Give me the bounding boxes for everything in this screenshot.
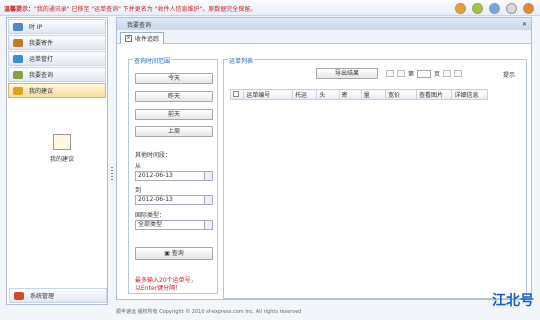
sidebar-item-label: 我要寄件 xyxy=(29,40,54,47)
export-button[interactable]: 导出结果 xyxy=(316,68,378,79)
main-content: 我要查询 ✕ × 收件追踪 查询时间范围 今天 昨天 前天 上周 其他时间段： … xyxy=(116,17,532,300)
magnifier-icon: ▣ xyxy=(164,250,172,257)
watermark-logo: 江北号 xyxy=(492,293,534,309)
sidebar: 时 IP 我要寄件 运单管打 我要查询 我的建议 我的建议 系统管理 xyxy=(6,17,108,305)
suggestion-shortcut-label: 我的建议 xyxy=(49,156,74,163)
column-header[interactable]: 寄 xyxy=(338,89,362,100)
tip-line-1: 最多输入20个运单号， xyxy=(135,277,197,284)
table-header-row: 运单编号 托运 头 寄 量 宽价 查看图片 详细信息 xyxy=(229,89,488,100)
column-header[interactable]: 头 xyxy=(316,89,340,100)
sidebar-item-label: 系统管理 xyxy=(30,293,55,300)
grip-icon xyxy=(111,167,113,181)
content-close-icon[interactable]: ✕ xyxy=(522,21,527,28)
page-input[interactable] xyxy=(417,69,432,78)
notice-prefix: 温馨提示： xyxy=(4,6,35,13)
type-select[interactable]: 全部类型 xyxy=(135,220,213,230)
sidebar-item-suggestion[interactable]: 我的建议 xyxy=(8,83,106,98)
tab-close-icon[interactable]: × xyxy=(125,35,132,42)
calendar-icon[interactable] xyxy=(204,171,213,181)
from-date-field[interactable]: 2012-06-13 xyxy=(135,171,213,181)
sidebar-splitter[interactable] xyxy=(109,17,115,305)
sidebar-item-send[interactable]: 我要寄件 xyxy=(8,35,106,50)
select-all-header[interactable] xyxy=(229,89,245,100)
tip-line-2: 以Enter键分隔！ xyxy=(135,285,182,292)
gear-icon xyxy=(14,291,24,300)
page-suffix: 页 xyxy=(434,71,441,78)
waybill-list-title: 运单列表 xyxy=(228,56,255,65)
printer-icon xyxy=(13,54,23,63)
window-refresh-button[interactable] xyxy=(472,3,483,14)
column-header[interactable]: 运单编号 xyxy=(243,89,294,100)
content-title: 我要查询 xyxy=(127,21,152,29)
note-pencil-icon xyxy=(53,134,71,150)
column-header[interactable]: 详细信息 xyxy=(451,89,488,100)
notice-text: 温馨提示："我的通讯录" 已移至 "运单查询" 下并更名为 "收件人信息维护"，… xyxy=(4,4,256,13)
box-icon xyxy=(13,38,23,47)
next-page-button[interactable] xyxy=(443,70,452,77)
top-notice-bar: 温馨提示："我的通讯录" 已移至 "运单查询" 下并更名为 "收件人信息维护"，… xyxy=(0,0,540,16)
sidebar-item-print[interactable]: 运单管打 xyxy=(8,51,106,66)
notice-body: "我的通讯录" 已移至 "运单查询" 下并更名为 "收件人信息维护"，原数据完全… xyxy=(34,6,257,13)
window-minimize-button[interactable] xyxy=(506,3,517,14)
sidebar-item-ip[interactable]: 时 IP xyxy=(8,19,106,34)
type-select-value: 全部类型 xyxy=(138,221,163,228)
chevron-down-icon[interactable] xyxy=(204,220,213,230)
prev-page-button[interactable] xyxy=(397,70,405,77)
footer-copyright: 顺丰速运 版权所有 Copyright © 2010 sf-express.co… xyxy=(116,309,302,315)
sidebar-item-label: 运单管打 xyxy=(29,56,54,63)
page-label: 第 xyxy=(408,71,415,78)
waybill-list-panel: 运单列表 导出结果 第 页 提示 运单编号 托运 头 寄 量 宽价 查看图片 详… xyxy=(223,56,527,299)
pencil-icon xyxy=(13,86,23,95)
sidebar-item-query[interactable]: 我要查询 xyxy=(8,67,106,82)
window-help-button[interactable] xyxy=(455,3,466,14)
pager: 第 页 xyxy=(386,69,463,78)
time-range-title: 查询时间范围 xyxy=(133,56,172,65)
query-button-label: 查询 xyxy=(171,250,184,257)
time-range-panel: 查询时间范围 今天 昨天 前天 上周 其他时间段： 从 2012-06-13 到… xyxy=(128,56,218,294)
first-page-button[interactable] xyxy=(386,70,394,77)
query-button[interactable]: ▣ 查询 xyxy=(135,247,213,260)
to-date-field[interactable]: 2012-06-13 xyxy=(135,195,213,205)
search-icon xyxy=(13,70,23,79)
last-page-button[interactable] xyxy=(454,70,463,77)
type-label: 国际类型： xyxy=(135,212,166,219)
today-button[interactable]: 今天 xyxy=(135,73,213,84)
window-buttons xyxy=(455,3,534,14)
tab-label: 收件追踪 xyxy=(135,36,160,43)
tab-receive-tracking[interactable]: × 收件追踪 xyxy=(120,32,165,44)
calendar-icon[interactable] xyxy=(204,195,213,205)
window-info-button[interactable] xyxy=(489,3,500,14)
column-header[interactable]: 量 xyxy=(360,89,387,100)
to-label: 到 xyxy=(135,187,142,194)
from-date-value: 2012-06-13 xyxy=(138,172,173,179)
other-period-label: 其他时间段： xyxy=(135,152,172,159)
to-date-value: 2012-06-13 xyxy=(138,196,173,203)
waybill-table: 运单编号 托运 头 寄 量 宽价 查看图片 详细信息 xyxy=(229,89,488,100)
suggestion-shortcut[interactable]: 我的建议 xyxy=(42,134,82,163)
tab-strip: × 收件追踪 xyxy=(117,30,531,44)
sidebar-item-label: 我要查询 xyxy=(29,72,54,79)
sidebar-item-system[interactable]: 系统管理 xyxy=(9,288,107,303)
sidebar-item-label: 我的建议 xyxy=(29,88,54,95)
prompt-label: 提示 xyxy=(503,72,516,79)
last-week-button[interactable]: 上周 xyxy=(135,126,213,137)
yesterday-button[interactable]: 昨天 xyxy=(135,91,213,102)
sidebar-item-label: 时 IP xyxy=(29,24,43,31)
day-before-button[interactable]: 前天 xyxy=(135,109,213,120)
column-header[interactable]: 查看图片 xyxy=(416,89,453,100)
from-label: 从 xyxy=(135,163,142,170)
column-header[interactable]: 托运 xyxy=(292,89,318,100)
monitor-icon xyxy=(13,22,23,31)
sidebar-body: 我的建议 xyxy=(7,129,107,289)
window-close-button[interactable] xyxy=(523,3,534,14)
content-header: 我要查询 ✕ xyxy=(117,18,531,30)
select-all-checkbox[interactable] xyxy=(233,90,239,97)
column-header[interactable]: 宽价 xyxy=(385,89,418,100)
